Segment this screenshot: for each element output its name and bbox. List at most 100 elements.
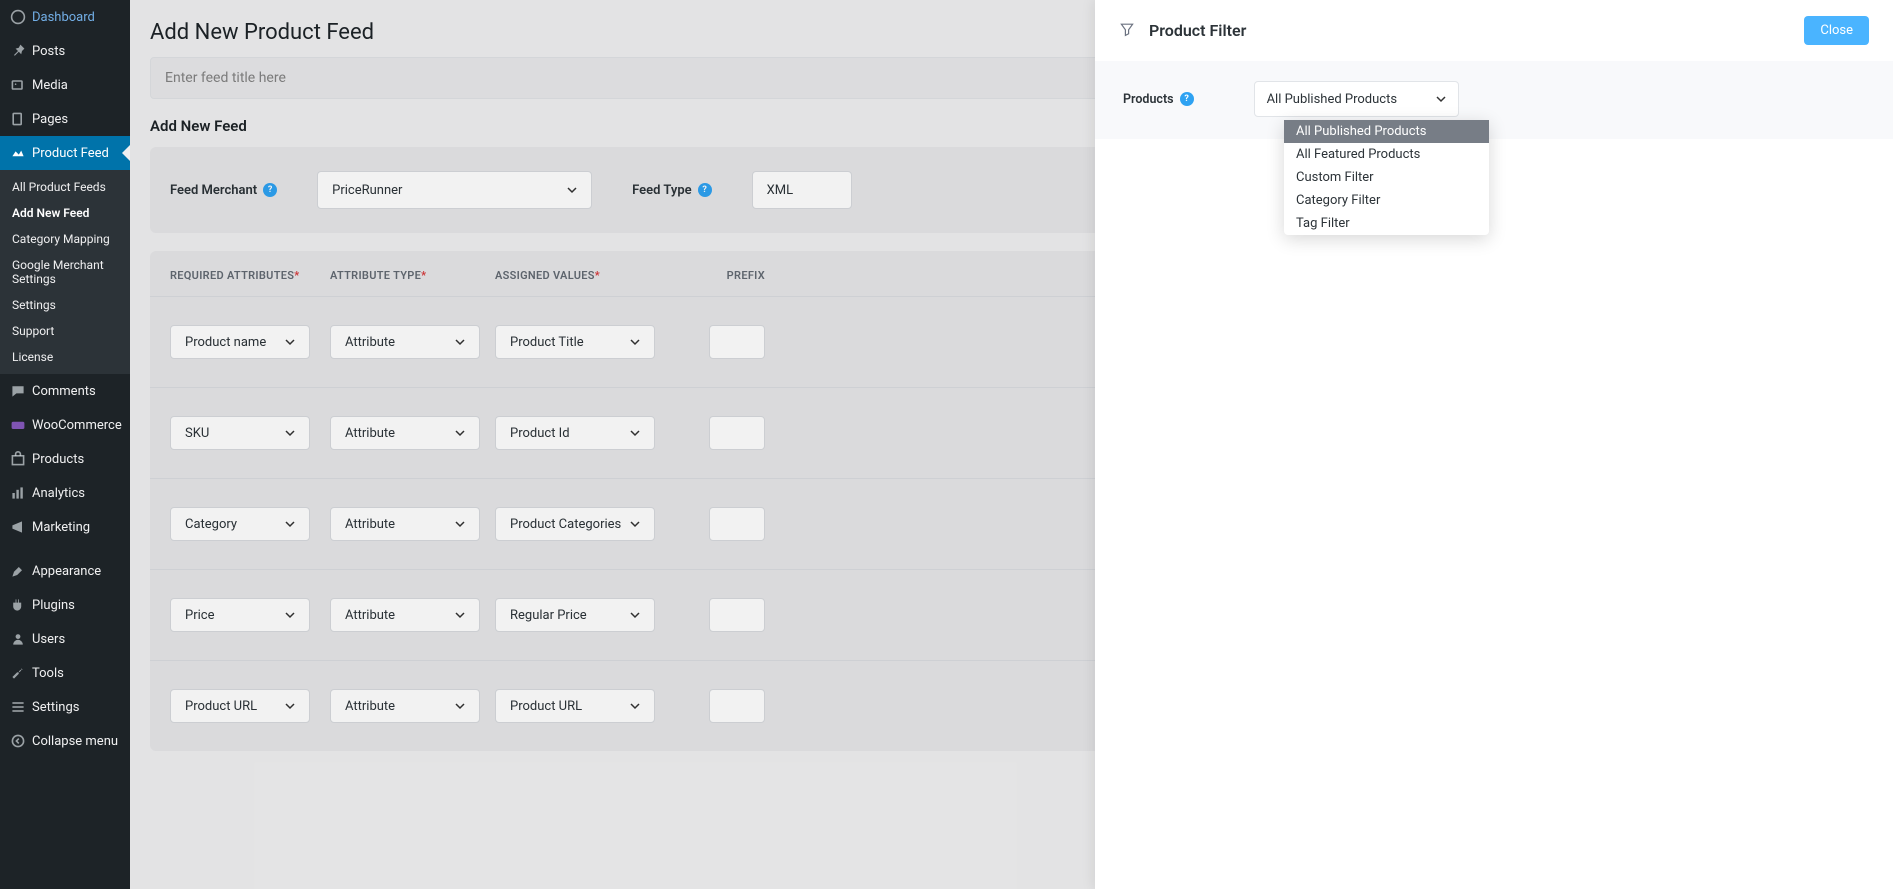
admin-sidebar: Dashboard Posts Media Pages Product Feed…: [0, 0, 130, 889]
nav-users[interactable]: Users: [0, 622, 130, 656]
nav-woocommerce[interactable]: WooCommerce: [0, 408, 130, 442]
prefix-input[interactable]: [709, 689, 765, 723]
chevron-down-icon: [567, 185, 577, 195]
chevron-down-icon: [285, 428, 295, 438]
nav-label: Posts: [32, 44, 65, 59]
required-attr-select[interactable]: Product name: [170, 325, 310, 359]
drawer-title: Product Filter: [1149, 21, 1246, 40]
feed-icon: [8, 143, 28, 163]
chevron-down-icon: [285, 610, 295, 620]
attr-type-select[interactable]: Attribute: [330, 416, 480, 450]
nav-label: Marketing: [32, 520, 90, 535]
dropdown-option[interactable]: All Published Products: [1284, 120, 1489, 143]
dropdown-option[interactable]: Category Filter: [1284, 189, 1489, 212]
required-attr-select[interactable]: SKU: [170, 416, 310, 450]
chevron-down-icon: [630, 337, 640, 347]
nav-marketing[interactable]: Marketing: [0, 510, 130, 544]
products-dropdown: All Published ProductsAll Featured Produ…: [1284, 120, 1489, 235]
nav-label: Analytics: [32, 486, 85, 501]
merchant-select[interactable]: PriceRunner: [317, 171, 592, 209]
chevron-down-icon: [455, 519, 465, 529]
product-filter-drawer: Product Filter Close Products ? All Publ…: [1095, 0, 1893, 889]
nav-comments[interactable]: Comments: [0, 374, 130, 408]
subnav-category-mapping[interactable]: Category Mapping: [0, 226, 130, 252]
pages-icon: [8, 109, 28, 129]
nav-settings[interactable]: Settings: [0, 690, 130, 724]
products-select[interactable]: All Published Products: [1254, 81, 1459, 117]
dropdown-option[interactable]: All Featured Products: [1284, 143, 1489, 166]
assigned-value-select[interactable]: Product Id: [495, 416, 655, 450]
nav-tools[interactable]: Tools: [0, 656, 130, 690]
chevron-down-icon: [285, 701, 295, 711]
nav-plugins[interactable]: Plugins: [0, 588, 130, 622]
plugins-icon: [8, 595, 28, 615]
prefix-input[interactable]: [709, 507, 765, 541]
woo-icon: [8, 415, 28, 435]
nav-label: Pages: [32, 112, 68, 127]
assigned-value-select[interactable]: Product Title: [495, 325, 655, 359]
drawer-header: Product Filter Close: [1095, 0, 1893, 61]
settings-icon: [8, 697, 28, 717]
assigned-value-select[interactable]: Product Categories: [495, 507, 655, 541]
nav-label: Products: [32, 452, 84, 467]
required-attr-select[interactable]: Product URL: [170, 689, 310, 723]
nav-label: Collapse menu: [32, 734, 118, 749]
nav-posts[interactable]: Posts: [0, 34, 130, 68]
nav-label: Plugins: [32, 598, 75, 613]
prefix-input[interactable]: [709, 598, 765, 632]
nav-media[interactable]: Media: [0, 68, 130, 102]
nav-dashboard[interactable]: Dashboard: [0, 0, 130, 34]
filter-icon: [1119, 21, 1135, 41]
subnav-all-feeds[interactable]: All Product Feeds: [0, 174, 130, 200]
help-icon[interactable]: ?: [1180, 92, 1194, 106]
drawer-body: Products ? All Published Products All Pu…: [1095, 61, 1893, 139]
chevron-down-icon: [630, 428, 640, 438]
nav-label: Settings: [32, 700, 79, 715]
help-icon[interactable]: ?: [263, 183, 277, 197]
chevron-down-icon: [285, 519, 295, 529]
chevron-down-icon: [1436, 94, 1446, 104]
subnav-support[interactable]: Support: [0, 318, 130, 344]
nav-submenu: All Product Feeds Add New Feed Category …: [0, 170, 130, 374]
nav-appearance[interactable]: Appearance: [0, 554, 130, 588]
subnav-google-merchant[interactable]: Google Merchant Settings: [0, 252, 130, 292]
products-label: Products ?: [1123, 92, 1194, 107]
chevron-down-icon: [285, 337, 295, 347]
attr-type-select[interactable]: Attribute: [330, 325, 480, 359]
nav-collapse[interactable]: Collapse menu: [0, 724, 130, 758]
feedtype-select[interactable]: XML: [752, 171, 852, 209]
subnav-settings[interactable]: Settings: [0, 292, 130, 318]
nav-pages[interactable]: Pages: [0, 102, 130, 136]
chevron-down-icon: [455, 610, 465, 620]
chevron-down-icon: [455, 701, 465, 711]
dropdown-option[interactable]: Custom Filter: [1284, 166, 1489, 189]
chevron-down-icon: [455, 337, 465, 347]
nav-products[interactable]: Products: [0, 442, 130, 476]
prefix-input[interactable]: [709, 325, 765, 359]
required-attr-select[interactable]: Price: [170, 598, 310, 632]
dashboard-icon: [8, 7, 28, 27]
attr-type-select[interactable]: Attribute: [330, 598, 480, 632]
subnav-license[interactable]: License: [0, 344, 130, 370]
marketing-icon: [8, 517, 28, 537]
attr-type-select[interactable]: Attribute: [330, 689, 480, 723]
assigned-value-select[interactable]: Product URL: [495, 689, 655, 723]
close-button[interactable]: Close: [1804, 16, 1869, 45]
prefix-input[interactable]: [709, 416, 765, 450]
nav-analytics[interactable]: Analytics: [0, 476, 130, 510]
merchant-label: Feed Merchant ?: [170, 183, 277, 198]
nav-label: Users: [32, 632, 65, 647]
nav-label: Comments: [32, 384, 96, 399]
subnav-add-new[interactable]: Add New Feed: [0, 200, 130, 226]
nav-product-feed[interactable]: Product Feed: [0, 136, 130, 170]
required-attr-select[interactable]: Category: [170, 507, 310, 541]
chevron-down-icon: [630, 610, 640, 620]
dropdown-option[interactable]: Tag Filter: [1284, 212, 1489, 235]
appearance-icon: [8, 561, 28, 581]
help-icon[interactable]: ?: [698, 183, 712, 197]
attr-type-select[interactable]: Attribute: [330, 507, 480, 541]
assigned-value-select[interactable]: Regular Price: [495, 598, 655, 632]
nav-label: Appearance: [32, 564, 101, 579]
products-icon: [8, 449, 28, 469]
nav-label: Product Feed: [32, 146, 109, 161]
